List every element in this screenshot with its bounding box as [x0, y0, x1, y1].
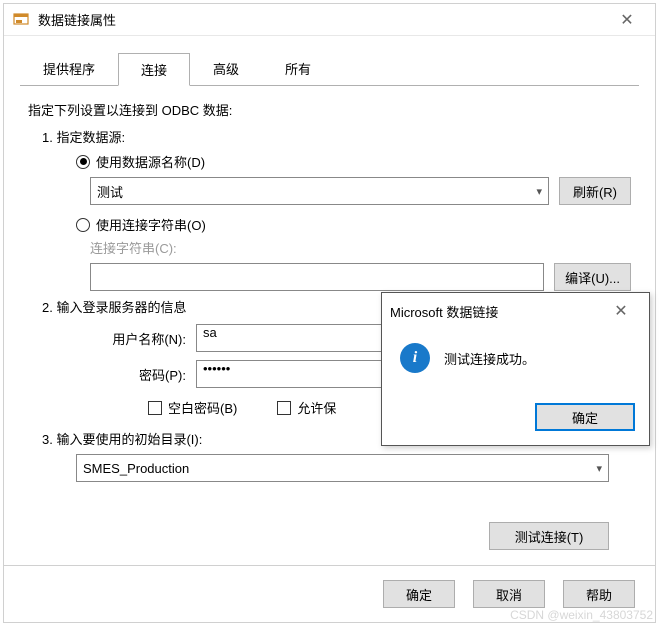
msgbox-title: Microsoft 数据链接 — [390, 302, 498, 321]
chevron-down-icon: ▾ — [536, 185, 542, 198]
cancel-button[interactable]: 取消 — [473, 580, 545, 608]
radio-use-connstr[interactable] — [76, 218, 90, 232]
window-title: 数据链接属性 — [38, 10, 116, 29]
allow-save-label: 允许保 — [297, 398, 336, 417]
dsn-value: 测试 — [97, 182, 123, 201]
titlebar: 数据链接属性 ✕ — [4, 4, 655, 36]
allow-save-checkbox[interactable] — [277, 401, 291, 415]
section1-heading: 1. 指定数据源: — [42, 127, 631, 146]
refresh-button[interactable]: 刷新(R) — [559, 177, 631, 205]
msgbox-titlebar: Microsoft 数据链接 ✕ — [382, 293, 649, 329]
tab-strip: 提供程序 连接 高级 所有 — [4, 36, 655, 85]
username-input[interactable]: sa — [196, 324, 396, 352]
radio-use-dsn[interactable] — [76, 155, 90, 169]
message-box: Microsoft 数据链接 ✕ i 测试连接成功。 确定 — [381, 292, 650, 446]
catalog-value: SMES_Production — [83, 461, 189, 476]
app-icon — [12, 11, 30, 29]
catalog-dropdown[interactable]: SMES_Production ▾ — [76, 454, 609, 482]
blank-password-label: 空白密码(B) — [168, 398, 237, 417]
blank-password-checkbox[interactable] — [148, 401, 162, 415]
tab-provider[interactable]: 提供程序 — [20, 52, 118, 85]
password-label: 密码(P): — [76, 365, 186, 384]
dsn-dropdown[interactable]: 测试 ▾ — [90, 177, 549, 205]
msgbox-message: 测试连接成功。 — [444, 349, 535, 368]
test-connection-button[interactable]: 测试连接(T) — [489, 522, 609, 550]
info-icon: i — [400, 343, 430, 373]
tab-connection[interactable]: 连接 — [118, 53, 190, 86]
radio-use-connstr-label: 使用连接字符串(O) — [96, 215, 206, 234]
chevron-down-icon: ▾ — [596, 462, 602, 475]
build-button[interactable]: 编译(U)... — [554, 263, 631, 291]
dialog-footer: 确定 取消 帮助 — [4, 565, 655, 622]
help-button[interactable]: 帮助 — [563, 580, 635, 608]
close-button[interactable]: ✕ — [607, 10, 647, 30]
connstr-input[interactable] — [90, 263, 544, 291]
msgbox-ok-button[interactable]: 确定 — [535, 403, 635, 431]
panel-instructions: 指定下列设置以连接到 ODBC 数据: — [28, 100, 631, 119]
tab-advanced[interactable]: 高级 — [190, 52, 262, 85]
tab-all[interactable]: 所有 — [262, 52, 334, 85]
msgbox-close-button[interactable]: ✕ — [601, 301, 641, 321]
password-input[interactable]: •••••• — [196, 360, 396, 388]
ok-button[interactable]: 确定 — [383, 580, 455, 608]
username-label: 用户名称(N): — [76, 329, 186, 348]
connstr-label: 连接字符串(C): — [90, 238, 631, 257]
radio-use-dsn-label: 使用数据源名称(D) — [96, 152, 205, 171]
